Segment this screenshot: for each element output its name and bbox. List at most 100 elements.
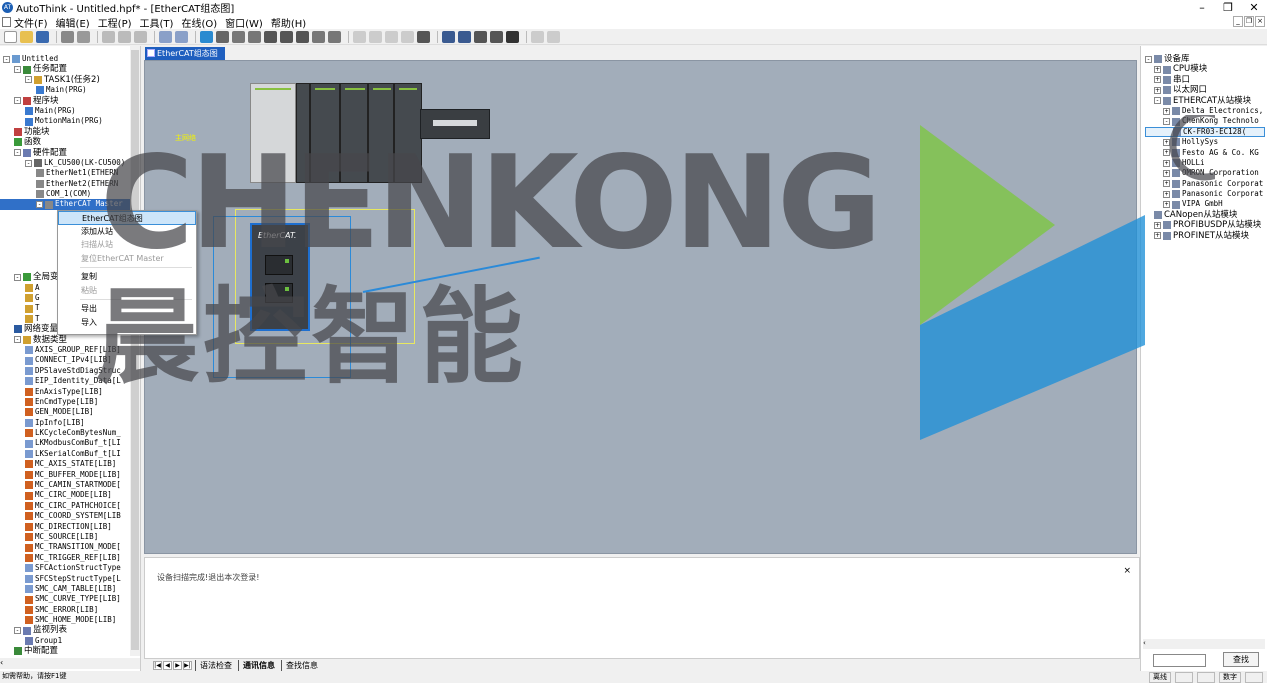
tree-item[interactable]: MC_BUFFER_MODE[LIB] bbox=[0, 470, 130, 480]
tree-item[interactable]: EtherNet2(ETHERN bbox=[0, 179, 130, 189]
continue-icon[interactable] bbox=[417, 30, 430, 43]
expand-toggle-icon[interactable]: - bbox=[14, 627, 21, 635]
tree-item[interactable]: - EtherCAT Master bbox=[0, 199, 130, 210]
monitor-icon[interactable] bbox=[312, 30, 325, 43]
expand-toggle-icon[interactable]: - bbox=[14, 66, 21, 74]
menu-help[interactable]: 帮助(H) bbox=[271, 15, 306, 30]
expand-toggle-icon[interactable]: - bbox=[14, 273, 21, 281]
open-icon[interactable] bbox=[20, 30, 33, 43]
mdi-restore-button[interactable]: ❐ bbox=[1244, 16, 1254, 27]
tree-item[interactable]: - 监视列表 bbox=[0, 625, 130, 635]
menu-window[interactable]: 窗口(W) bbox=[225, 15, 263, 30]
tree-item[interactable]: LKSerialComBuf_t[LI bbox=[0, 449, 130, 459]
expand-toggle-icon[interactable]: - bbox=[1154, 97, 1161, 105]
tree-item[interactable]: 中断配置 bbox=[0, 646, 130, 656]
close-button[interactable]: ✕ bbox=[1241, 0, 1267, 15]
tree-item[interactable]: 功能块 bbox=[0, 127, 130, 137]
config-icon[interactable] bbox=[442, 30, 455, 43]
context-menu-item[interactable]: 导出 bbox=[58, 302, 196, 316]
next-tab-icon[interactable]: ▶ bbox=[173, 660, 182, 670]
tree-item[interactable]: Group1 bbox=[0, 636, 130, 646]
tree-item[interactable]: - LK_CU500(LK-CU500) bbox=[0, 158, 130, 168]
tree-item[interactable]: - TASK1(任务2) bbox=[0, 75, 130, 85]
pause-icon[interactable] bbox=[280, 30, 293, 43]
download-icon[interactable] bbox=[232, 30, 245, 43]
tree-item[interactable]: IpInfo[LIB] bbox=[0, 418, 130, 428]
project-tree-hscroll[interactable]: ‹ bbox=[0, 658, 140, 669]
stop-icon[interactable] bbox=[296, 30, 309, 43]
tree-item[interactable]: MC_TRIGGER_REF[LIB] bbox=[0, 553, 130, 563]
tree-item[interactable]: CONNECT_IPv4[LIB] bbox=[0, 355, 130, 365]
tab-find-info[interactable]: 查找信息 bbox=[281, 659, 322, 671]
print-icon[interactable] bbox=[61, 30, 74, 43]
tree-item[interactable]: SMC_CAM_TABLE[LIB] bbox=[0, 584, 130, 594]
tree-item[interactable]: MC_CIRC_MODE[LIB] bbox=[0, 490, 130, 500]
expand-toggle-icon[interactable]: - bbox=[14, 336, 21, 344]
tree-item[interactable]: 函数 bbox=[0, 137, 130, 147]
plc-master-device[interactable] bbox=[250, 83, 422, 193]
last-tab-icon[interactable]: ▶| bbox=[183, 660, 192, 670]
tree-item[interactable]: AXIS_GROUP_REF[LIB] bbox=[0, 345, 130, 355]
menu-edit[interactable]: 编辑(E) bbox=[56, 15, 90, 30]
tree-item[interactable]: SMC_CURVE_TYPE[LIB] bbox=[0, 594, 130, 604]
minimize-button[interactable]: – bbox=[1189, 0, 1215, 15]
context-menu-item[interactable]: 复制 bbox=[58, 270, 196, 284]
tree-item[interactable]: LKModbusComBuf_t[LI bbox=[0, 438, 130, 448]
online-icon[interactable] bbox=[248, 30, 261, 43]
expand-toggle-icon[interactable]: - bbox=[25, 76, 32, 84]
save-icon[interactable] bbox=[36, 30, 49, 43]
expand-toggle-icon[interactable]: - bbox=[14, 97, 21, 105]
breakpoint-icon[interactable] bbox=[401, 30, 414, 43]
tree-item[interactable]: MC_CIRC_PATHCHOICE[ bbox=[0, 501, 130, 511]
tree-item[interactable]: EtherNet1(ETHERN bbox=[0, 168, 130, 178]
cut-icon[interactable] bbox=[102, 30, 115, 43]
expand-toggle-icon[interactable]: + bbox=[1154, 76, 1161, 84]
paste-icon[interactable] bbox=[134, 30, 147, 43]
ethercat-slave-device[interactable]: EtherCAT. bbox=[250, 223, 310, 331]
print-preview-icon[interactable] bbox=[77, 30, 90, 43]
menu-tools[interactable]: 工具(T) bbox=[140, 15, 174, 30]
tree-item[interactable]: SMC_ERROR[LIB] bbox=[0, 605, 130, 615]
tree-item[interactable]: GEN_MODE[LIB] bbox=[0, 407, 130, 417]
new-icon[interactable] bbox=[4, 30, 17, 43]
tab-syntax-check[interactable]: 语法检查 bbox=[195, 659, 236, 671]
tree-item[interactable]: MC_SOURCE[LIB] bbox=[0, 532, 130, 542]
force-icon[interactable] bbox=[328, 30, 341, 43]
menu-file[interactable]: 文件(F) bbox=[14, 15, 48, 30]
variable-icon[interactable] bbox=[474, 30, 487, 43]
hardware-config-icon[interactable] bbox=[458, 30, 471, 43]
tool-a-icon[interactable] bbox=[531, 30, 544, 43]
expand-toggle-icon[interactable]: + bbox=[1154, 86, 1161, 94]
tree-item[interactable]: MC_AXIS_STATE[LIB] bbox=[0, 459, 130, 469]
expand-toggle-icon[interactable]: - bbox=[3, 55, 10, 63]
expand-toggle-icon[interactable]: - bbox=[14, 149, 21, 157]
device-tree-item[interactable]: + 串口 bbox=[1145, 75, 1265, 85]
expand-toggle-icon[interactable]: - bbox=[36, 201, 43, 209]
expand-toggle-icon[interactable]: - bbox=[25, 159, 32, 167]
tree-item[interactable]: Main(PRG) bbox=[0, 85, 130, 95]
device-tree-item[interactable]: + 以太网口 bbox=[1145, 85, 1265, 95]
expand-toggle-icon[interactable]: + bbox=[1154, 66, 1161, 74]
menu-online[interactable]: 在线(O) bbox=[181, 15, 217, 30]
device-search-input[interactable] bbox=[1153, 654, 1206, 667]
tree-item[interactable]: Main(PRG) bbox=[0, 106, 130, 116]
tree-item[interactable]: SFCActionStructType bbox=[0, 563, 130, 573]
mdi-close-button[interactable]: × bbox=[1255, 16, 1265, 27]
expand-toggle-icon[interactable]: + bbox=[1163, 107, 1170, 115]
find-icon[interactable] bbox=[216, 30, 229, 43]
device-tree-item[interactable]: + CPU模块 bbox=[1145, 64, 1265, 74]
tree-item[interactable]: SMC_HOME_MODE[LIB] bbox=[0, 615, 130, 625]
device-library-hscroll[interactable]: ‹ bbox=[1143, 639, 1265, 649]
compile-icon[interactable] bbox=[200, 30, 213, 43]
tree-item[interactable]: EIP_Identity_Data[L bbox=[0, 376, 130, 386]
tree-item[interactable]: COM_1(COM) bbox=[0, 189, 130, 199]
context-menu-item[interactable]: 导入 bbox=[58, 316, 196, 330]
tree-item[interactable]: EnAxisType[LIB] bbox=[0, 387, 130, 397]
output-close-icon[interactable]: × bbox=[1123, 566, 1131, 576]
undo-icon[interactable] bbox=[159, 30, 172, 43]
device-tree-item[interactable]: - 设备库 bbox=[1145, 54, 1265, 64]
tree-item[interactable]: LKCycleComBytesNum_ bbox=[0, 428, 130, 438]
expand-toggle-icon[interactable]: - bbox=[1145, 55, 1152, 63]
tree-item[interactable]: DPSlaveStdDiagStruc bbox=[0, 366, 130, 376]
tab-comm-info[interactable]: 通讯信息 bbox=[238, 659, 279, 671]
